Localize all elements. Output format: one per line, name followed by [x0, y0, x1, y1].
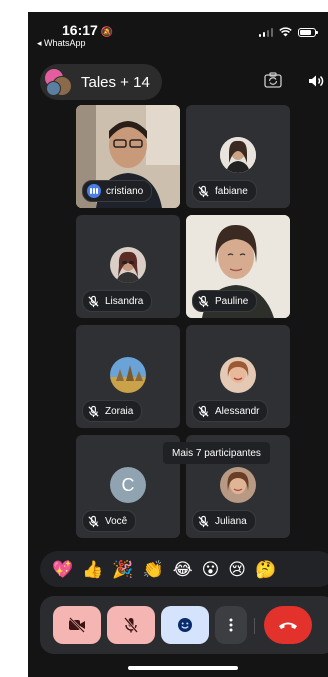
avatar — [220, 467, 256, 503]
participant-tile-zoraia[interactable]: Zoraia — [76, 325, 180, 428]
participant-tile-fabiane[interactable]: fabiane — [186, 105, 290, 208]
reaction-thinking[interactable]: 🤔 — [255, 561, 276, 578]
status-time: 16:17 🔕 — [62, 22, 114, 38]
call-info-pill[interactable]: Tales + 14 — [40, 64, 162, 100]
mic-off-icon — [198, 515, 209, 527]
reaction-heart[interactable]: 💖 — [52, 561, 73, 578]
hang-up-icon — [279, 622, 297, 629]
reactions-bar: 💖 👍 🎉 👏 😂 😮 😢 🤔 — [40, 551, 328, 587]
participant-name: Pauline — [215, 295, 249, 307]
hang-up-button[interactable] — [264, 606, 312, 644]
emoji-icon — [178, 618, 192, 632]
mic-toggle-button[interactable] — [107, 606, 155, 644]
call-screen: 16:17 🔕 ◂ WhatsApp Tales + 14 cristiano … — [28, 12, 328, 677]
participant-label: Você — [82, 510, 137, 532]
participant-label: Zoraia — [82, 400, 143, 422]
avatar — [220, 357, 256, 393]
back-to-app-link[interactable]: ◂ WhatsApp — [37, 38, 86, 49]
participant-tile-cristiano[interactable]: cristiano — [76, 105, 180, 208]
reaction-surprised[interactable]: 😮 — [202, 561, 220, 578]
mic-off-icon — [88, 295, 99, 307]
mic-off-icon — [88, 405, 99, 417]
camera-toggle-button[interactable] — [53, 606, 101, 644]
home-indicator[interactable] — [128, 666, 238, 670]
participant-tile-alessandra[interactable]: Alessandr — [186, 325, 290, 428]
status-icons — [258, 27, 318, 37]
mic-off-icon — [88, 515, 99, 527]
participant-name: Você — [105, 515, 128, 527]
more-options-button[interactable] — [215, 606, 247, 644]
participant-label: fabiane — [192, 180, 257, 202]
reaction-clap[interactable]: 👏 — [143, 561, 164, 578]
participant-name: fabiane — [215, 185, 248, 197]
mic-off-icon — [198, 405, 209, 417]
participant-label: Alessandr — [192, 400, 269, 422]
more-participants-tooltip: Mais 7 participantes — [163, 442, 270, 464]
participant-name: cristiano — [106, 185, 144, 197]
participant-tile-pauline[interactable]: Pauline — [186, 215, 290, 318]
battery-icon — [298, 27, 318, 37]
participant-label: Pauline — [192, 290, 258, 312]
speaker-icon[interactable] — [307, 72, 325, 90]
camera-off-icon — [69, 617, 85, 633]
call-title: Tales + 14 — [81, 73, 150, 91]
participant-label: Juliana — [192, 510, 256, 532]
reactions-button[interactable] — [161, 606, 209, 644]
mic-off-icon — [198, 185, 209, 197]
signal-icon — [258, 27, 273, 37]
wifi-icon — [279, 27, 292, 37]
avatar — [110, 247, 146, 283]
call-controls — [40, 596, 328, 654]
more-vertical-icon — [229, 618, 233, 632]
reaction-party[interactable]: 🎉 — [112, 561, 133, 578]
reaction-thumbs-up[interactable]: 👍 — [82, 561, 103, 578]
silent-bell-icon: 🔕 — [100, 27, 114, 38]
group-avatar — [44, 68, 72, 96]
participant-name: Juliana — [215, 515, 247, 527]
mic-off-icon — [124, 617, 138, 633]
participant-label: Lisandra — [82, 290, 153, 312]
avatar — [110, 357, 146, 393]
participant-label: cristiano — [82, 180, 153, 202]
participant-name: Alessandr — [215, 405, 260, 417]
speaking-indicator-icon — [87, 184, 101, 198]
reaction-sad[interactable]: 😢 — [228, 561, 246, 578]
avatar — [220, 137, 256, 173]
mic-off-icon — [198, 295, 209, 307]
avatar-letter: C — [110, 467, 146, 503]
switch-camera-icon[interactable] — [264, 72, 282, 88]
reaction-laugh[interactable]: 😂 — [173, 561, 193, 578]
participant-name: Lisandra — [105, 295, 144, 307]
participant-name: Zoraia — [105, 405, 134, 417]
controls-divider — [254, 618, 255, 634]
participant-tile-lisandra[interactable]: Lisandra — [76, 215, 180, 318]
